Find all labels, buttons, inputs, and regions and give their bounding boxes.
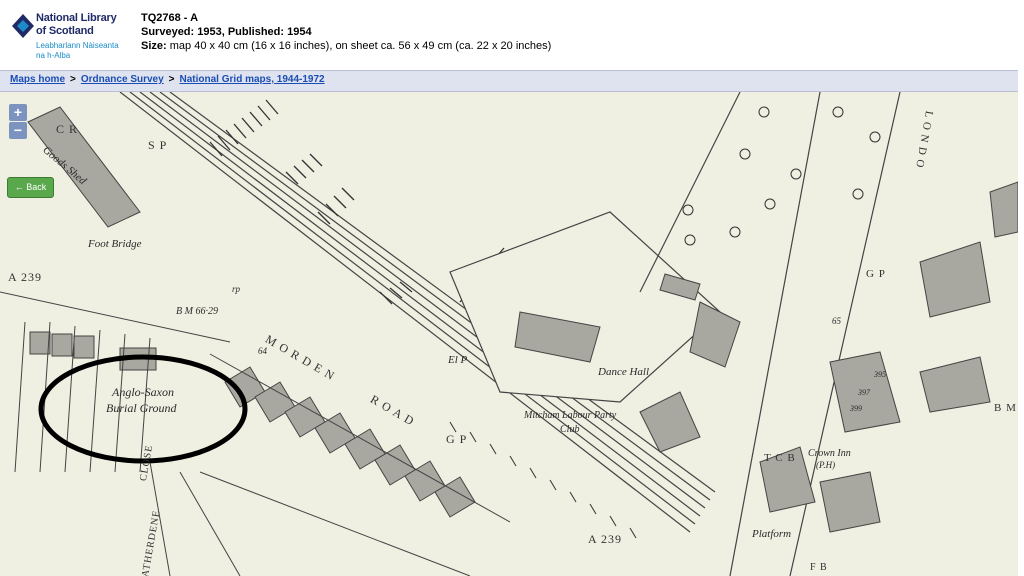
sheet-size: Size: map 40 x 40 cm (16 x 16 inches), o… [141, 40, 552, 52]
zoom-in-button[interactable]: + [9, 104, 27, 121]
label-number-399: 399 [850, 404, 862, 413]
label-crown-inn-ph: (P.H) [816, 460, 836, 470]
logo-gaelic-line1: Leabharlann Nàiseanta [36, 41, 119, 50]
page-header: National Library of Scotland Leabharlann… [0, 0, 1024, 70]
label-foot-bridge: Foot Bridge [88, 238, 142, 250]
label-labour-club-2: Club [560, 424, 580, 435]
label-platform: Platform [752, 528, 792, 540]
label-gp-road: G P [446, 432, 468, 446]
breadcrumb: Maps home > Ordnance Survey > National Grid … [10, 74, 325, 85]
label-el-p: El P [448, 354, 468, 366]
label-a239-left: A 239 [8, 270, 43, 284]
label-anglo-saxon: Anglo-Saxon [112, 385, 174, 399]
nls-logo[interactable]: National Library of Scotland Leabharlann… [12, 10, 132, 62]
label-number-397: 397 [858, 388, 870, 397]
back-button[interactable]: ← Back [7, 177, 54, 198]
label-dance-hall: Dance Hall [598, 366, 650, 378]
sheet-dates: Surveyed: 1953, Published: 1954 [141, 26, 312, 38]
zoom-out-button[interactable]: − [9, 122, 27, 139]
label-number-395: 395 [874, 370, 886, 379]
sheet-id: TQ2768 - A [141, 12, 199, 24]
breadcrumb-link-ordnance-survey[interactable]: Ordnance Survey [81, 74, 164, 85]
label-burial-ground: Burial Ground [106, 401, 177, 415]
label-number-65: 65 [832, 316, 841, 326]
label-bm: B M 66·29 [176, 306, 218, 317]
label-crown-inn: Crown Inn [808, 448, 851, 459]
label-labour-club-1: Mitcham Labour Party [524, 410, 617, 421]
label-a239-bottom: A 239 [588, 532, 623, 546]
map-drawing [0, 92, 1018, 576]
breadcrumb-link-maps-home[interactable]: Maps home [10, 74, 65, 85]
logo-text-line1: National Library [36, 12, 117, 24]
map-viewer[interactable]: Goods Shed Foot Bridge C R S P A 239 B M… [0, 92, 1018, 576]
label-cr: C R [56, 122, 79, 136]
nls-diamond-icon [12, 14, 34, 38]
label-tcb: T C B [764, 452, 796, 464]
label-bm-right: B M [994, 402, 1017, 414]
logo-gaelic-line2: na h-Alba [36, 51, 71, 60]
zoom-controls: + − [9, 104, 27, 140]
breadcrumb-bar: Maps home > Ordnance Survey > National Grid … [0, 70, 1018, 92]
breadcrumb-separator: > [70, 74, 76, 85]
breadcrumb-separator: > [168, 74, 175, 85]
sheet-metadata: TQ2768 - A Surveyed: 1953, Published: 19… [141, 11, 551, 53]
label-number-64: 64 [258, 346, 267, 356]
label-fb: F B [810, 562, 828, 573]
label-gp-right: G P [866, 268, 886, 280]
label-sp: S P [148, 138, 168, 152]
logo-text-line2: of Scotland [36, 25, 94, 37]
label-rp: rp [232, 284, 241, 294]
breadcrumb-link-national-grid[interactable]: National Grid maps, 1944-1972 [180, 74, 325, 85]
